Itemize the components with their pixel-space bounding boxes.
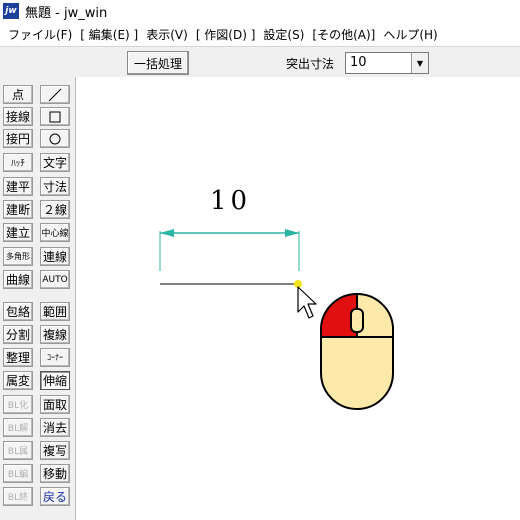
tool-chamfer[interactable]: 面取 (40, 395, 70, 414)
tool-panel: 点 接線 接円 ﾊｯﾁ 建平 建断 建立 多角形 曲線 包絡 分割 整理 属変 … (0, 77, 76, 520)
protrude-size-label: 突出寸法 (286, 57, 335, 71)
tool-text[interactable]: 文字 (40, 153, 70, 172)
tool-corner[interactable]: ｺｰﾅｰ (40, 348, 70, 367)
tool-extend[interactable]: 伸縮 (40, 371, 70, 390)
tool-divide[interactable]: 分割 (3, 325, 33, 344)
menu-view[interactable]: 表示(V) (146, 26, 188, 43)
tool-block-attribute[interactable]: BL属 (3, 441, 33, 460)
tool-block-explode[interactable]: BL解 (3, 418, 33, 437)
tool-building-plan[interactable]: 建平 (3, 177, 33, 196)
circle-icon (49, 133, 61, 144)
app-logo-icon: jw (3, 3, 19, 19)
tool-dimension[interactable]: 寸法 (40, 177, 70, 196)
menu-edit[interactable]: [ 編集(E) ] (80, 26, 138, 43)
batch-process-button[interactable]: 一括処理 (127, 51, 189, 75)
dimension-value-label: 10 (210, 186, 252, 216)
tool-envelope[interactable]: 包絡 (3, 302, 33, 321)
tool-line[interactable] (40, 85, 70, 104)
tool-offset[interactable]: 複線 (40, 325, 70, 344)
menu-draw[interactable]: [ 作図(D) ] (196, 26, 256, 43)
tool-double-line[interactable]: ２線 (40, 200, 70, 219)
menu-bar: ファイル(F) [ 編集(E) ] 表示(V) [ 作図(D) ] 設定(S) … (0, 22, 520, 46)
tool-range[interactable]: 範囲 (40, 302, 70, 321)
tool-continuous-line[interactable]: 連線 (40, 247, 70, 266)
tool-hatch[interactable]: ﾊｯﾁ (3, 153, 33, 172)
tool-tangent-circle[interactable]: 接円 (3, 129, 33, 148)
menu-help[interactable]: ヘルプ(H) (383, 26, 437, 43)
chevron-down-icon[interactable]: ▼ (411, 53, 428, 73)
line-icon (48, 88, 62, 101)
tool-block-end[interactable]: BL終 (3, 487, 33, 506)
tool-move[interactable]: 移動 (40, 464, 70, 483)
tool-point[interactable]: 点 (3, 85, 33, 104)
tool-auto[interactable]: AUTO (40, 270, 70, 289)
tool-center-line[interactable]: 中心線 (40, 223, 70, 242)
tool-block-create[interactable]: BL化 (3, 395, 33, 414)
protrude-size-select[interactable]: 10 ▼ (345, 52, 429, 74)
drawing-canvas[interactable] (76, 77, 520, 520)
title-bar: jw 無題 - jw_win (0, 0, 520, 22)
tool-polygon[interactable]: 多角形 (3, 247, 33, 266)
tool-building-elevation[interactable]: 建立 (3, 223, 33, 242)
window-title: 無題 - jw_win (25, 5, 108, 21)
tool-tangent-line[interactable]: 接線 (3, 107, 33, 126)
tool-circle[interactable] (40, 129, 70, 148)
protrude-size-value: 10 (350, 55, 367, 70)
rectangle-icon (49, 111, 61, 122)
tool-arrange[interactable]: 整理 (3, 348, 33, 367)
tool-undo[interactable]: 戻る (40, 487, 70, 506)
control-toolbar: 一括処理 突出寸法 10 ▼ (0, 46, 520, 78)
tool-building-section[interactable]: 建断 (3, 200, 33, 219)
menu-settings[interactable]: 設定(S) (263, 26, 304, 43)
tool-curve[interactable]: 曲線 (3, 270, 33, 289)
tool-copy[interactable]: 複写 (40, 441, 70, 460)
tool-block-edit[interactable]: BL編 (3, 464, 33, 483)
tool-rectangle[interactable] (40, 107, 70, 126)
menu-file[interactable]: ファイル(F) (8, 26, 72, 43)
menu-other[interactable]: [その他(A)] (312, 26, 375, 43)
tool-erase[interactable]: 消去 (40, 418, 70, 437)
tool-attribute-change[interactable]: 属変 (3, 371, 33, 390)
